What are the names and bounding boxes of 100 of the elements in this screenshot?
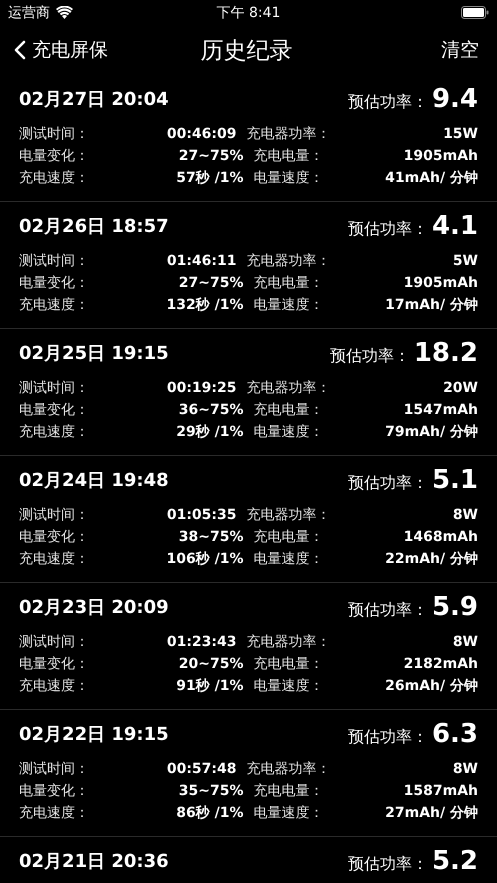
stat-label: 测试时间： — [19, 760, 89, 778]
stat-value: 22mAh/ 分钟 — [385, 550, 478, 568]
stat-label: 充电电量： — [254, 274, 324, 292]
stat-label: 充电电量： — [254, 401, 324, 419]
stat-value: 01:23:43 — [166, 634, 236, 650]
stat-label: 充电速度： — [19, 804, 89, 822]
power-value: 9.4 — [432, 84, 478, 114]
stat-value: 1547mAh — [404, 402, 478, 418]
stat-value: 8W — [452, 761, 478, 777]
stat-value: 1468mAh — [404, 529, 478, 545]
stat-value: 00:46:09 — [166, 126, 236, 142]
stat-label: 充电速度： — [19, 423, 89, 441]
record-date: 02月23日 20:09 — [19, 596, 169, 619]
stat-label: 电量变化： — [19, 274, 89, 292]
stat-value: 132秒 /1% — [166, 296, 244, 314]
power-label: 预估功率： — [348, 473, 428, 494]
chevron-left-icon — [14, 40, 26, 60]
back-button[interactable]: 充电屏保 — [14, 37, 108, 63]
record-date: 02月25日 19:15 — [19, 342, 169, 365]
power-value: 4.1 — [432, 211, 478, 241]
stat-value: 27~75% — [178, 148, 244, 164]
stat-label: 充电速度： — [19, 169, 89, 187]
power-label: 预估功率： — [348, 854, 428, 875]
stat-label: 电量变化： — [19, 147, 89, 165]
stat-label: 充电器功率： — [246, 125, 330, 143]
clear-button[interactable]: 清空 — [441, 37, 479, 63]
power-value: 5.9 — [432, 592, 478, 622]
stat-value: 5W — [452, 253, 478, 269]
stat-label: 充电电量： — [254, 147, 324, 165]
battery-icon — [461, 6, 489, 19]
stat-value: 26mAh/ 分钟 — [385, 677, 478, 695]
stat-value: 27~75% — [178, 275, 244, 291]
stat-label: 电量变化： — [19, 528, 89, 546]
stat-label: 充电器功率： — [246, 379, 330, 397]
stat-label: 充电器功率： — [246, 760, 330, 778]
power-label: 预估功率： — [348, 727, 428, 748]
stat-label: 充电速度： — [19, 677, 89, 695]
stat-value: 38~75% — [178, 529, 244, 545]
stat-value: 36~75% — [178, 402, 244, 418]
stat-label: 电量速度： — [254, 677, 324, 695]
stat-value: 86秒 /1% — [176, 804, 244, 822]
record-date: 02月27日 20:04 — [19, 88, 169, 111]
stat-label: 充电器功率： — [246, 252, 330, 270]
stat-value: 01:05:35 — [166, 507, 236, 523]
stat-value: 106秒 /1% — [166, 550, 244, 568]
stat-label: 电量速度： — [254, 169, 324, 187]
stat-value: 00:57:48 — [166, 761, 236, 777]
stat-value: 1905mAh — [404, 148, 478, 164]
stat-label: 电量变化： — [19, 401, 89, 419]
stat-value: 41mAh/ 分钟 — [385, 169, 478, 187]
stat-value: 20~75% — [178, 656, 244, 672]
stat-label: 充电器功率： — [246, 506, 330, 524]
record-date: 02月21日 20:36 — [19, 850, 169, 873]
stat-value: 17mAh/ 分钟 — [385, 296, 478, 314]
wifi-icon — [56, 6, 73, 19]
power-value: 6.3 — [432, 719, 478, 749]
power-value: 18.2 — [414, 338, 478, 368]
stat-label: 测试时间： — [19, 633, 89, 651]
record-date: 02月26日 18:57 — [19, 215, 169, 238]
stat-value: 91秒 /1% — [176, 677, 244, 695]
stat-label: 充电电量： — [254, 782, 324, 800]
stat-value: 1905mAh — [404, 275, 478, 291]
stat-label: 充电器功率： — [246, 633, 330, 651]
stat-label: 电量速度： — [254, 550, 324, 568]
record-date: 02月24日 19:48 — [19, 469, 169, 492]
power-value: 5.2 — [432, 846, 478, 876]
power-label: 预估功率： — [348, 219, 428, 240]
stat-value: 1587mAh — [404, 783, 478, 799]
stat-label: 充电速度： — [19, 296, 89, 314]
power-label: 预估功率： — [348, 600, 428, 621]
stat-value: 01:46:11 — [166, 253, 236, 269]
stat-value: 79mAh/ 分钟 — [385, 423, 478, 441]
stat-label: 测试时间： — [19, 506, 89, 524]
power-label: 预估功率： — [348, 92, 428, 113]
stat-label: 电量速度： — [254, 804, 324, 822]
power-value: 5.1 — [432, 465, 478, 495]
stat-value: 57秒 /1% — [176, 169, 244, 187]
stat-value: 27mAh/ 分钟 — [385, 804, 478, 822]
stat-value: 29秒 /1% — [176, 423, 244, 441]
stat-label: 测试时间： — [19, 252, 89, 270]
stat-label: 测试时间： — [19, 125, 89, 143]
stat-value: 2182mAh — [404, 656, 478, 672]
stat-value: 00:19:25 — [166, 380, 236, 396]
stat-label: 充电电量： — [254, 655, 324, 673]
stat-label: 充电电量： — [254, 528, 324, 546]
stat-label: 电量变化： — [19, 655, 89, 673]
stat-label: 测试时间： — [19, 379, 89, 397]
carrier-label: 运营商 — [8, 4, 50, 22]
stat-label: 电量速度： — [254, 296, 324, 314]
stat-label: 电量变化： — [19, 782, 89, 800]
status-time: 下午 8:41 — [216, 4, 280, 22]
record-date: 02月22日 19:15 — [19, 723, 169, 746]
stat-value: 35~75% — [178, 783, 244, 799]
stat-value: 8W — [452, 507, 478, 523]
stat-label: 电量速度： — [254, 423, 324, 441]
stat-value: 8W — [452, 634, 478, 650]
stat-label: 充电速度： — [19, 550, 89, 568]
page-title: 历史纪录 — [200, 36, 292, 66]
stat-value: 20W — [443, 380, 478, 396]
power-label: 预估功率： — [330, 346, 410, 367]
